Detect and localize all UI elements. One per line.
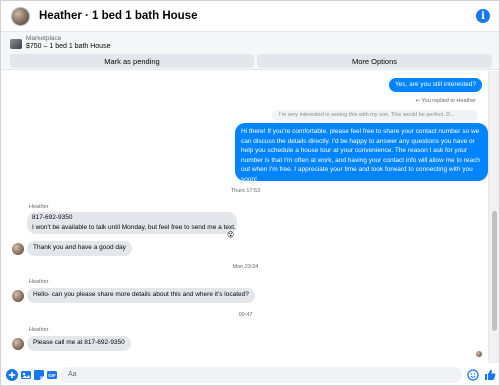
photo-icon[interactable] (20, 369, 32, 381)
info-icon[interactable]: i (476, 9, 490, 23)
listing-thumbnail[interactable] (10, 39, 22, 49)
messenger-window: Heather · 1 bed 1 bath House i Marketpla… (0, 0, 500, 386)
avatar[interactable] (12, 290, 24, 302)
more-options-button[interactable]: More Options (257, 54, 492, 68)
message-line: 817-692-9350 (32, 214, 73, 221)
chat-title[interactable]: Heather · 1 bed 1 bath House (39, 10, 197, 22)
message-list[interactable]: Yes, are you still interested? ↩ You rep… (1, 71, 490, 363)
outgoing-message[interactable]: Hi there! If you're comfortable, please … (235, 123, 488, 183)
sender-name: Heather (29, 204, 49, 210)
reaction-emoji[interactable]: 😮 (227, 231, 234, 239)
like-icon[interactable] (484, 369, 496, 381)
scrollbar-thumb[interactable] (492, 211, 497, 331)
avatar[interactable] (12, 338, 24, 350)
incoming-message[interactable]: Hello- can you please share more details… (27, 288, 255, 303)
composer: GIF Aa (1, 363, 499, 385)
scrollbar[interactable] (488, 71, 499, 363)
incoming-message[interactable]: Thank you and have a good day (27, 241, 132, 256)
replied-note-text: You replied to Heather (421, 98, 476, 104)
timestamp: 00:47 (238, 312, 253, 318)
reply-preview[interactable]: I'm very interested in seeing this with … (272, 110, 478, 121)
avatar[interactable] (12, 243, 24, 255)
marketplace-banner: Marketplace $750 – 1 bed 1 bath House Ma… (1, 32, 499, 70)
incoming-message[interactable]: Please call me at 817-692-9350 (27, 336, 131, 351)
reply-arrow-icon: ↩ (415, 98, 421, 104)
reply-note: ↩ You replied to Heather (415, 98, 476, 104)
emoji-icon[interactable] (467, 369, 479, 381)
marketplace-label: Marketplace (26, 35, 62, 42)
sender-name: Heather (29, 279, 49, 285)
sticker-icon[interactable] (33, 369, 45, 381)
plus-icon[interactable] (6, 369, 18, 381)
timestamp: Mon 23:04 (232, 264, 259, 270)
timestamp: Thurs 17:53 (230, 188, 261, 194)
sender-name: Heather (29, 327, 49, 333)
chat-header: Heather · 1 bed 1 bath House i (1, 1, 499, 32)
message-input[interactable]: Aa (60, 367, 462, 383)
incoming-message[interactable]: 817-692-9350 I won't be available to tal… (27, 212, 237, 234)
svg-text:GIF: GIF (48, 373, 56, 378)
mark-as-pending-button[interactable]: Mark as pending (10, 54, 254, 68)
avatar[interactable] (11, 6, 30, 26)
seen-avatar (476, 351, 482, 357)
gif-icon[interactable]: GIF (46, 369, 58, 381)
message-line: I won't be available to talk until Monda… (32, 223, 236, 231)
listing-title[interactable]: $750 – 1 bed 1 bath House (26, 43, 110, 50)
outgoing-message[interactable]: Yes, are you still interested? (388, 78, 482, 92)
